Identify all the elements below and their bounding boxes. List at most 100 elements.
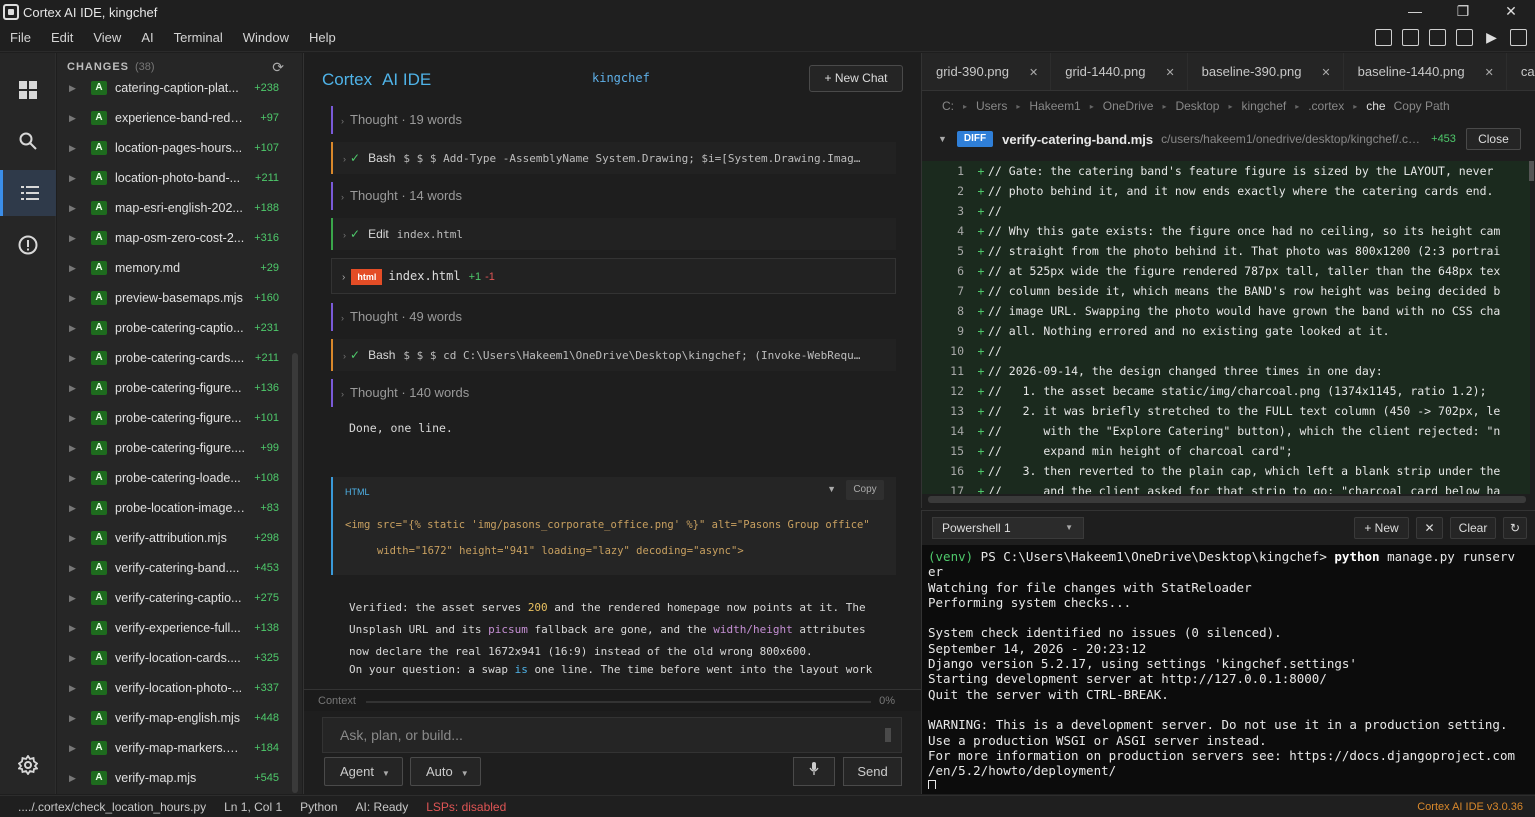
chat-input[interactable] [323,718,863,752]
changed-file-row[interactable]: ▶ Averify-map-markers.mjs +184 [57,733,289,763]
close-tab-icon[interactable]: ✕ [1165,67,1174,79]
bash-tool-call[interactable]: › ✓ Bash $ $ $ Add-Type -AssemblyName Syste… [331,142,896,174]
diff-code-area[interactable]: 1 +// Gate: the catering band's feature f… [922,161,1530,494]
maximize-button[interactable]: ❐ [1439,0,1487,24]
changed-file-row[interactable]: ▶ Amemory.md +29 [57,253,289,283]
changes-list-icon[interactable] [0,170,56,216]
changed-file-row[interactable]: ▶ Averify-location-photo-... +337 [57,673,289,703]
changed-file-row[interactable]: ▶ Averify-experience-full... +138 [57,613,289,643]
close-window-button[interactable]: ✕ [1487,0,1535,24]
sidebar-scrollbar[interactable] [292,353,298,793]
chevron-down-icon[interactable]: ▼ [827,484,836,494]
copy-code-button[interactable]: Copy [846,480,884,500]
changed-file-row[interactable]: ▶ Aprobe-catering-figure... +136 [57,373,289,403]
menu-file[interactable]: File [0,24,41,52]
menu-terminal[interactable]: Terminal [164,24,233,52]
file-icon[interactable] [1429,29,1446,46]
editor-tab[interactable]: baseline-390.png ✕ [1188,53,1344,90]
copy-path-button[interactable]: Copy Path [1394,99,1450,113]
changed-file-row[interactable]: ▶ Averify-map.mjs +545 [57,763,289,793]
changed-file-row[interactable]: ▶ Amap-osm-zero-cost-2... +316 [57,223,289,253]
bash-tool-call[interactable]: › ✓ Bash $ $ $ cd C:\Users\Hakeem1\OneDrive… [331,339,896,371]
breadcrumb-item[interactable]: Hakeem1 [1029,99,1080,113]
agent-mode-dropdown[interactable]: Agent ▼ [324,757,403,786]
problems-alert-icon[interactable] [0,222,56,268]
file-additions: +337 [254,682,279,694]
breadcrumb-item[interactable]: .cortex [1308,99,1344,113]
new-terminal-button[interactable]: + New [1354,517,1409,539]
changed-file-row[interactable]: ▶ Averify-catering-captio... +275 [57,583,289,613]
menu-help[interactable]: Help [299,24,346,52]
changed-file-row[interactable]: ▶ Apreview-basemaps.mjs +160 [57,283,289,313]
search-icon[interactable] [0,118,56,164]
changed-file-row[interactable]: ▶ Alocation-pages-hours... +107 [57,133,289,163]
status-ai[interactable]: AI: Ready [356,800,409,814]
editor-tab[interactable]: carou [1507,53,1535,90]
changed-file-row[interactable]: ▶ Averify-map-english.mjs +448 [57,703,289,733]
run-icon[interactable]: ▶ [1483,29,1500,46]
edit-tool-call[interactable]: › ✓ Edit index.html [331,218,896,250]
chat-panel-icon[interactable] [1402,29,1419,46]
resize-grip-icon[interactable] [885,728,891,742]
changed-file-row[interactable]: ▶ Aprobe-catering-loade... +108 [57,463,289,493]
menu-ai[interactable]: AI [131,24,163,52]
breadcrumb-item[interactable]: che [1366,99,1385,113]
changed-file-row[interactable]: ▶ Alocation-photo-band-... +211 [57,163,289,193]
thought-block[interactable]: › Thought · 49 words [331,303,896,331]
changed-file-chip[interactable]: › html index.html +1 -1 [331,258,896,294]
editor-tab[interactable]: grid-1440.png ✕ [1051,53,1188,90]
breadcrumb-item[interactable]: OneDrive [1103,99,1154,113]
breadcrumb-item[interactable]: kingchef [1242,99,1287,113]
chip-deletions: -1 [485,271,495,283]
kill-terminal-button[interactable]: ✕ [1416,517,1443,539]
changed-file-row[interactable]: ▶ Averify-location-cards.... +325 [57,643,289,673]
changed-file-row[interactable]: ▶ Acatering-caption-plat... +238 [57,73,289,103]
clear-terminal-button[interactable]: Clear [1450,517,1496,539]
close-diff-button[interactable]: Close [1465,128,1521,150]
status-language[interactable]: Python [300,800,337,814]
menu-view[interactable]: View [83,24,131,52]
menu-window[interactable]: Window [233,24,299,52]
changed-file-row[interactable]: ▶ Aprobe-catering-captio... +231 [57,313,289,343]
close-tab-icon[interactable]: ✕ [1485,67,1494,79]
send-button[interactable]: Send [843,757,902,786]
status-cursor-position[interactable]: Ln 1, Col 1 [224,800,282,814]
changed-file-row[interactable]: ▶ Aexperience-band-redes... +97 [57,103,289,133]
status-lsp[interactable]: LSPs: disabled [426,800,506,814]
thought-block[interactable]: › Thought · 19 words [331,106,896,134]
terminal-icon[interactable] [1456,29,1473,46]
editor-tab[interactable]: grid-390.png ✕ [922,53,1052,90]
model-dropdown[interactable]: Auto ▼ [410,757,481,786]
menu-edit[interactable]: Edit [41,24,83,52]
terminal-select[interactable]: Powershell 1 ▼ [932,517,1084,539]
close-tab-icon[interactable]: ✕ [1321,67,1330,79]
changed-file-row[interactable]: ▶ Averify-attribution.mjs +298 [57,523,289,553]
changed-file-row[interactable]: ▶ Amap-esri-english-202... +188 [57,193,289,223]
settings-gear-icon[interactable] [0,742,56,788]
clipboard-icon[interactable] [1510,29,1527,46]
changed-file-row[interactable]: ▶ Aprobe-catering-figure.... +99 [57,433,289,463]
breadcrumb-item[interactable]: Users [976,99,1007,113]
changed-file-row[interactable]: ▶ Aprobe-location-image.... +83 [57,493,289,523]
toggle-sidebar-icon[interactable] [1375,29,1392,46]
tool-file: index.html [396,228,463,241]
status-file-path[interactable]: ..../.cortex/check_location_hours.py [18,800,206,814]
thought-block[interactable]: › Thought · 14 words [331,182,896,210]
new-chat-button[interactable]: + New Chat [809,65,903,92]
thought-block[interactable]: › Thought · 140 words [331,379,896,407]
terminal-output[interactable]: (venv) PS C:\Users\Hakeem1\OneDrive\Desk… [928,549,1532,789]
changed-file-row[interactable]: ▶ Aprobe-catering-figure... +101 [57,403,289,433]
close-tab-icon[interactable]: ✕ [1029,67,1038,79]
breadcrumb-item[interactable]: Desktop [1175,99,1219,113]
microphone-button[interactable] [793,757,835,786]
reload-terminal-button[interactable]: ↻ [1503,517,1527,539]
editor-tab[interactable]: baseline-1440.png ✕ [1344,53,1507,90]
changed-file-row[interactable]: ▶ Averify-catering-band.... +453 [57,553,289,583]
changed-file-row[interactable]: ▶ Aprobe-catering-cards.... +211 [57,343,289,373]
editor-vertical-scrollbar[interactable] [1529,161,1534,181]
breadcrumb-item[interactable]: C: [942,99,954,113]
minimize-button[interactable]: — [1391,0,1439,24]
editor-horizontal-scrollbar[interactable] [928,496,1526,503]
chevron-down-icon[interactable]: ▼ [938,134,947,144]
explorer-grid-icon[interactable] [0,67,56,113]
